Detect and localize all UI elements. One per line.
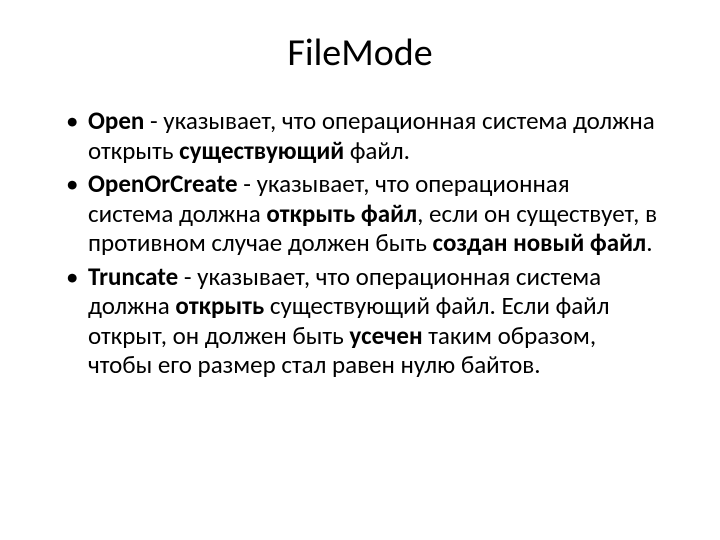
item-sep: - [178,261,197,292]
item-sep: - [238,168,257,199]
slide-title: FileMode [60,30,660,76]
item-strong: усечен [349,320,422,351]
item-name: Open [88,105,144,136]
item-strong: открыть [175,290,264,321]
list-item: OpenOrCreate - указывает, что операционн… [60,169,660,258]
list-item: Truncate - указывает, что операционная с… [60,262,660,380]
item-name: OpenOrCreate [88,168,238,199]
bullet-list: Open - указывает, что операционная систе… [60,106,660,380]
item-strong: открыть файл [266,198,417,229]
item-text: . [646,227,652,258]
item-name: Truncate [88,261,178,292]
item-text: файл. [344,135,410,166]
slide: FileMode Open - указывает, что операцион… [0,0,720,404]
item-sep: - [144,105,163,136]
list-item: Open - указывает, что операционная систе… [60,106,660,165]
item-strong: создан новый файл [432,227,646,258]
item-strong: существующий [179,135,344,166]
